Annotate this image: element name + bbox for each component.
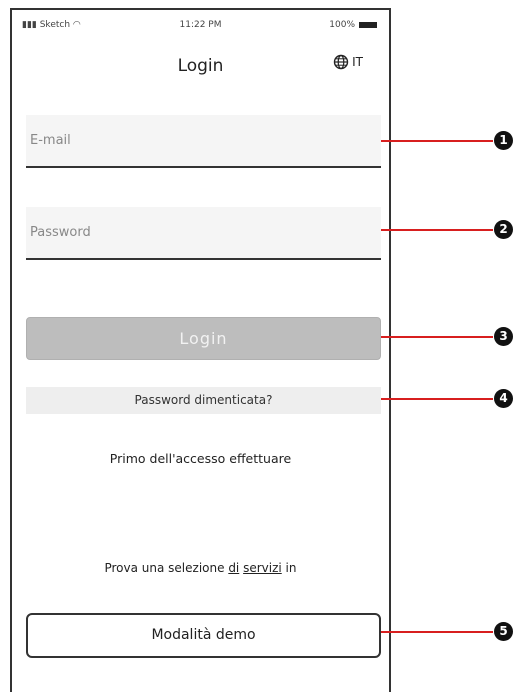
password-field[interactable] [26,207,381,258]
forgot-password-button[interactable]: Password dimenticata? [26,387,381,414]
callout-line-5 [381,631,493,633]
email-field[interactable] [26,115,381,166]
callout-line-2 [381,229,493,231]
status-battery: 100% [329,20,377,30]
email-field-container [26,115,381,168]
battery-icon [359,22,377,28]
login-button[interactable]: Login [26,317,381,360]
battery-percent: 100% [329,20,355,30]
globe-icon [333,54,349,70]
callout-badge-1: 1 [494,131,513,150]
callout-line-3 [381,336,493,338]
language-switcher[interactable]: IT [333,54,363,70]
callout-badge-2: 2 [494,220,513,239]
language-label: IT [352,55,363,69]
callout-badge-5: 5 [494,622,513,641]
callout-line-1 [381,140,493,142]
callout-badge-4: 4 [494,389,513,408]
phone-frame: ▮▮▮ Sketch ◠ 11:22 PM 100% Login IT Logi… [10,8,391,692]
callout-line-4 [381,398,493,400]
demo-mode-button[interactable]: Modalità demo [26,613,381,658]
first-access-text: Primo dell'accesso effettuare [109,451,292,466]
status-bar: ▮▮▮ Sketch ◠ 11:22 PM 100% [12,10,389,38]
callout-badge-3: 3 [494,327,513,346]
demo-prompt-text: Prova una selezione di servizi in [104,561,297,575]
password-field-container [26,207,381,260]
